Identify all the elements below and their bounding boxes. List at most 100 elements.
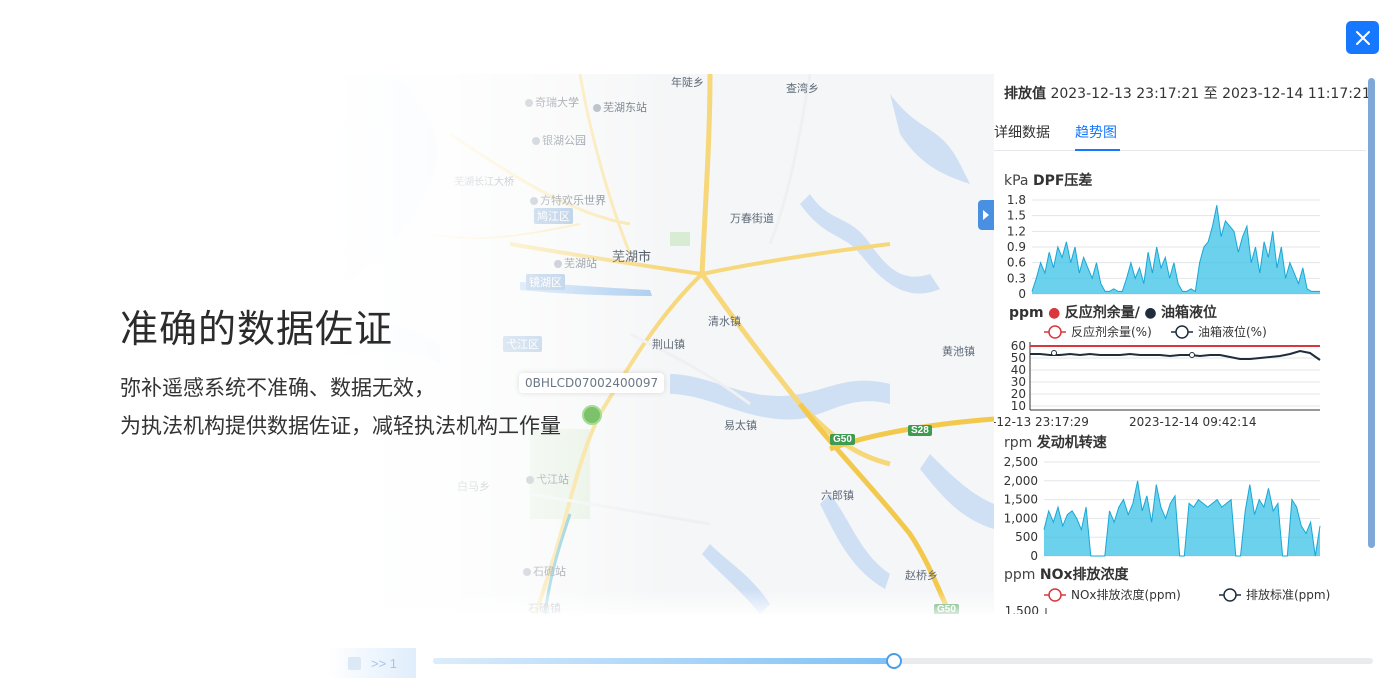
legend-label: 反应剂余量(%) [1071, 324, 1152, 339]
district-label: 弋江区 [503, 336, 542, 352]
panel-header: 排放值 2023-12-13 23:17:21 至 2023-12-14 11:… [1004, 83, 1371, 103]
poi-label: 芜湖东站 [603, 101, 647, 114]
playback-speed[interactable]: >> 1 [371, 656, 397, 671]
map-label: 赵桥乡 [905, 569, 938, 582]
poi-label: 石硊站 [533, 565, 566, 578]
emission-panel: 排放值 2023-12-13 23:17:21 至 2023-12-14 11:… [994, 74, 1378, 614]
poi-label: 奇瑞大学 [535, 96, 579, 109]
vehicle-id-label[interactable]: 0BHLCD07002400097 [519, 373, 665, 393]
y-tick-label: 1.8 [1007, 193, 1026, 207]
chart-name: 反应剂余量/ [1064, 305, 1140, 321]
tab-detail-data[interactable]: 详细数据 [994, 122, 1050, 142]
map-label: 芜湖长江大桥 [454, 177, 514, 188]
poi-label: 弋江站 [536, 473, 569, 486]
legend-marker-icon [1223, 588, 1237, 602]
vehicle-marker-icon[interactable] [582, 405, 602, 425]
map-view[interactable]: 年陡乡 查湾乡 奇瑞大学 芜湖东站 银湖公园 芜湖长江大桥 方特欢乐世界 万春街… [330, 74, 994, 614]
map-label: 清水镇 [708, 315, 741, 328]
map-label: 弋江站 [526, 471, 569, 487]
x-tick-label: -12-13 23:17:29 [994, 415, 1089, 429]
poi-label: 银湖公园 [542, 134, 586, 147]
chart-title: kPa DPF压差 [1004, 170, 1092, 190]
chart-unit: kPa [1004, 173, 1029, 189]
y-tick-label: 2,000 [1004, 474, 1038, 488]
stop-icon[interactable] [348, 656, 361, 670]
tab-trend-chart[interactable]: 趋势图 [1075, 122, 1117, 142]
y-tick-label: 1.2 [1007, 224, 1026, 238]
data-point [1189, 352, 1195, 358]
map-label: 芜湖东站 [593, 99, 647, 115]
close-button[interactable] [1346, 21, 1379, 54]
tab-divider [994, 150, 1366, 151]
y-tick-label: 500 [1015, 530, 1038, 544]
map-label: 六郎镇 [821, 489, 854, 502]
poi-label: 芜湖站 [564, 257, 597, 270]
playback-controls: >> 1 [328, 648, 416, 678]
road-label: G50 [934, 604, 959, 614]
district-label: 鸠江区 [534, 208, 573, 224]
chart-title: rpm 发动机转速 [1004, 432, 1107, 452]
series-dot-icon: ● [1144, 305, 1157, 321]
map-label: 黄池镇 [942, 345, 975, 358]
poi-label: 方特欢乐世界 [540, 194, 606, 207]
y-tick-label: 1.5 [1007, 209, 1026, 223]
map-label: 芜湖市 [612, 250, 652, 265]
x-tick-label: 2023-12-14 09:42:14 [1129, 415, 1256, 429]
data-point [1051, 350, 1057, 356]
poi-icon [554, 260, 562, 268]
chart-name: NOx排放浓度 [1039, 567, 1129, 583]
y-tick-label: 0 [1030, 549, 1038, 563]
engine-speed-chart: 2,500 2,000 1,500 1,000 500 0 [1004, 455, 1321, 563]
legend-marker-icon [1048, 325, 1062, 339]
y-tick-label: 2,500 [1004, 455, 1038, 469]
panel-toggle-button[interactable] [978, 200, 994, 230]
y-tick-label: 10 [1011, 399, 1026, 413]
legend-marker-icon [1048, 588, 1062, 602]
poi-icon [530, 197, 538, 205]
map-label: 万春街道 [730, 212, 774, 225]
chart-title: ppm NOx排放浓度 [1004, 564, 1129, 584]
playback-progress-handle[interactable] [885, 653, 902, 669]
district-label: 镜湖区 [526, 274, 565, 290]
road-label: S28 [908, 425, 932, 436]
chart-unit: rpm [1004, 435, 1033, 451]
dpf-chart: 1.8 1.51.2 0.9 0.60.3 0 [1007, 193, 1320, 301]
y-tick-label: 0.3 [1007, 271, 1026, 285]
map-label: 石硊站 [523, 563, 566, 579]
chart-unit: ppm [1004, 567, 1036, 583]
series-line [1030, 349, 1321, 361]
nox-chart: NOx排放浓度(ppm) 排放标准(ppm) 1,500 [1005, 587, 1330, 614]
map-label: 芜湖站 [554, 255, 597, 271]
map-label: 银湖公园 [532, 132, 586, 148]
road-label: G50 [830, 434, 855, 445]
hero-description-line: 弥补遥感系统不准确、数据无效， [120, 376, 435, 400]
y-tick-label: 1,000 [1004, 511, 1038, 525]
reagent-fuel-chart: 反应剂余量(%) 油箱液位(%)605040302010-12-13 23:17:… [994, 324, 1321, 429]
y-tick-label: 1,500 [1004, 493, 1038, 507]
series-dot-icon: ● [1048, 305, 1061, 321]
map-label: 易太镇 [724, 419, 757, 432]
playback-progress-fill [433, 658, 894, 664]
active-tab-indicator [1075, 149, 1120, 151]
stage: 年陡乡 查湾乡 奇瑞大学 芜湖东站 银湖公园 芜湖长江大桥 方特欢乐世界 万春街… [0, 0, 1400, 700]
range-separator: 至 [1203, 86, 1218, 102]
panel-header-label: 排放值 [1004, 86, 1046, 102]
y-tick-label: 0.9 [1007, 240, 1026, 254]
poi-icon [532, 137, 540, 145]
legend-label: NOx排放浓度(ppm) [1071, 587, 1181, 602]
map-label: 石硊镇 [528, 602, 561, 614]
chart-name: 油箱液位 [1161, 305, 1218, 321]
poi-icon [523, 568, 531, 576]
y-tick-label: 0.6 [1007, 256, 1026, 270]
map-label: 查湾乡 [786, 82, 819, 95]
map-label: 方特欢乐世界 [530, 192, 606, 208]
legend-label: 排放标准(ppm) [1246, 587, 1330, 602]
map-label: 荆山镇 [652, 338, 685, 351]
playback-progress-track[interactable] [433, 653, 1373, 669]
chart-name: DPF压差 [1032, 173, 1093, 189]
map-label: 年陡乡 [671, 76, 704, 89]
y-tick-label: 0 [1018, 287, 1026, 301]
map-label: 奇瑞大学 [525, 94, 579, 110]
poi-icon [593, 104, 601, 112]
range-end: 2023-12-14 11:17:21 [1222, 86, 1371, 102]
